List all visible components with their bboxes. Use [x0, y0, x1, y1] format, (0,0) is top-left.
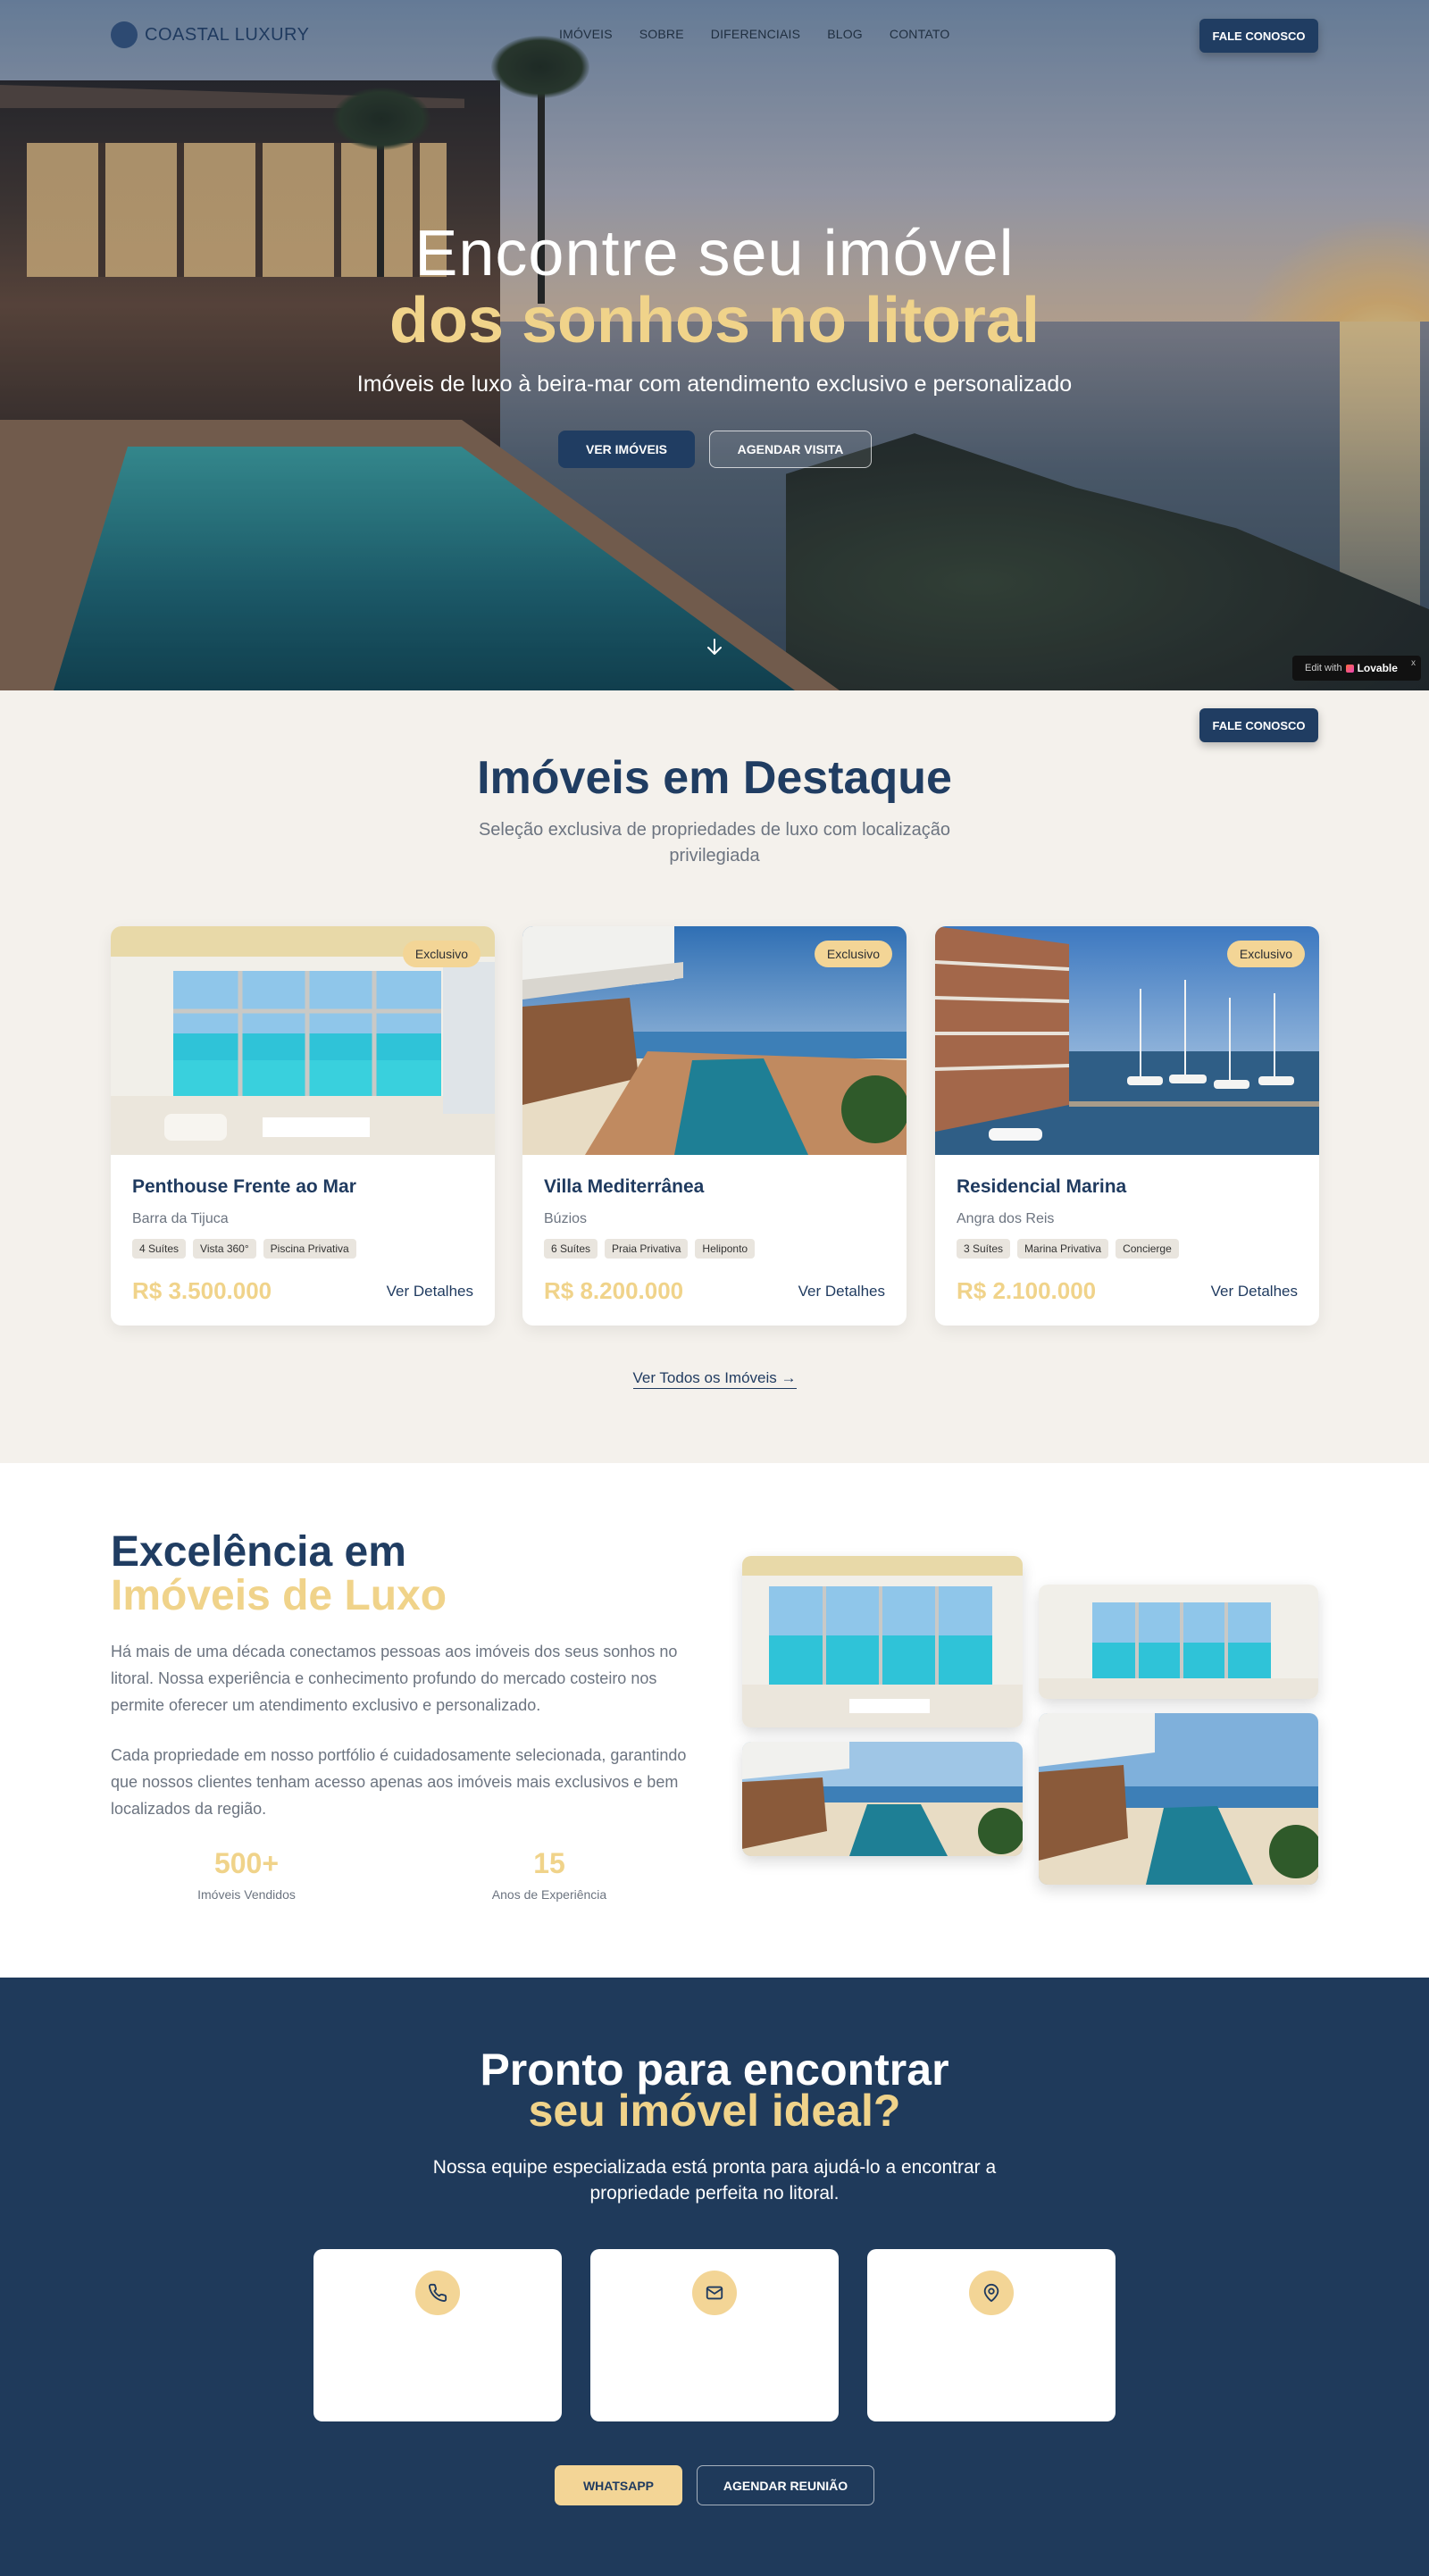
view-properties-button[interactable]: VER IMÓVEIS [558, 431, 695, 468]
about-paragraph: Cada propriedade em nosso portfólio é cu… [111, 1746, 687, 1818]
stat-label: Anos de Experiência [491, 1887, 607, 1902]
whatsapp-button[interactable]: WHATSAPP [555, 2465, 682, 2505]
property-tag: Vista 360° [193, 1239, 256, 1259]
property-location: Barra da Tijuca [132, 1211, 229, 1226]
gallery-image [1039, 1585, 1318, 1699]
logo-mark [111, 21, 138, 48]
property-tag: Concierge [1116, 1239, 1179, 1259]
property-location: Angra dos Reis [957, 1211, 1055, 1226]
contact-section: Pronto para encontrar seu imóvel ideal? … [0, 1978, 1429, 2576]
contact-card-email[interactable] [590, 2249, 839, 2421]
lovable-logo-icon [1345, 664, 1354, 673]
featured-title: Imóveis em Destaque [477, 752, 952, 804]
nav-link-diferenciais[interactable]: DIFERENCIAIS [711, 27, 800, 41]
property-tags: 4 Suítes Vista 360° Piscina Privativa [132, 1239, 356, 1259]
lovable-prefix: Edit with [1305, 663, 1342, 673]
about-paragraph: Há mais de uma década conectamos pessoas… [111, 1643, 678, 1714]
property-card[interactable]: Exclusivo Villa Mediterrânea Búzios 6 Su… [522, 926, 907, 1326]
logo-text: COASTAL LUXURY [145, 24, 310, 45]
contact-subtitle: Nossa equipe especializada está pronta p… [432, 2157, 997, 2204]
contact-card-location[interactable] [867, 2249, 1116, 2421]
nav-link-blog[interactable]: BLOG [827, 27, 863, 41]
gallery-image [1039, 1713, 1318, 1885]
property-card[interactable]: Exclusivo Penthouse Frente ao Mar Barra … [111, 926, 495, 1326]
featured-section: Imóveis em Destaque Seleção exclusiva de… [0, 690, 1429, 1463]
schedule-visit-button[interactable]: AGENDAR VISITA [709, 431, 872, 468]
nav-link-imoveis[interactable]: IMÓVEIS [559, 27, 613, 41]
property-tag: 4 Suítes [132, 1239, 187, 1259]
stat-label: Imóveis Vendidos [197, 1887, 296, 1902]
view-details-link[interactable]: Ver Detalhes [1211, 1283, 1298, 1301]
floating-contact-button[interactable]: FALE CONOSCO [1199, 708, 1318, 742]
phone-icon [415, 2271, 460, 2315]
gallery-image [742, 1742, 1023, 1856]
contact-title-highlight: seu imóvel ideal? [528, 2086, 901, 2136]
property-tag: Praia Privativa [605, 1239, 689, 1259]
logo[interactable]: COASTAL LUXURY [111, 21, 309, 48]
exclusive-badge: Exclusivo [402, 941, 481, 967]
hero-title-highlight: dos sonhos no litoral [389, 285, 1040, 356]
nav-link-sobre[interactable]: SOBRE [639, 27, 684, 41]
property-tags: 6 Suítes Praia Privativa Heliponto [544, 1239, 756, 1259]
see-all-properties-link[interactable]: Ver Todos os Imóveis → [632, 1369, 797, 1389]
hero-subtitle: Imóveis de luxo à beira-mar com atendime… [356, 372, 1073, 397]
map-pin-icon [969, 2271, 1014, 2315]
view-details-link[interactable]: Ver Detalhes [387, 1283, 473, 1301]
top-nav: COASTAL LUXURY IMÓVEIS SOBRE DIFERENCIAI… [0, 0, 1429, 70]
nav-link-contato[interactable]: CONTATO [890, 27, 950, 41]
about-title: Excelência em [111, 1528, 406, 1576]
lovable-brand: Lovable [1357, 662, 1398, 674]
exclusive-badge: Exclusivo [1226, 941, 1305, 967]
property-tag: Piscina Privativa [263, 1239, 356, 1259]
featured-subtitle: Seleção exclusiva de propriedades de lux… [478, 820, 951, 866]
nav-links: IMÓVEIS SOBRE DIFERENCIAIS BLOG CONTATO [559, 27, 976, 41]
contact-card-phone[interactable] [313, 2249, 562, 2421]
mail-icon [692, 2271, 737, 2315]
arrow-down-icon[interactable] [704, 636, 725, 657]
contact-button[interactable]: FALE CONOSCO [1199, 19, 1318, 53]
stat-value: 15 [533, 1847, 565, 1879]
property-tag: 3 Suítes [957, 1239, 1011, 1259]
see-all-wrapper: Ver Todos os Imóveis → [0, 1369, 1429, 1389]
exclusive-badge: Exclusivo [814, 941, 892, 967]
hero-section: COASTAL LUXURY IMÓVEIS SOBRE DIFERENCIAI… [0, 0, 1429, 690]
property-title[interactable]: Villa Mediterrânea [544, 1176, 704, 1198]
property-title[interactable]: Residencial Marina [957, 1176, 1126, 1198]
property-tags: 3 Suítes Marina Privativa Concierge [957, 1239, 1179, 1259]
hero-title: Encontre seu imóvel [414, 218, 1015, 289]
view-details-link[interactable]: Ver Detalhes [798, 1283, 885, 1301]
property-price: R$ 8.200.000 [544, 1277, 684, 1304]
property-tag: Heliponto [695, 1239, 756, 1259]
property-price: R$ 2.100.000 [957, 1277, 1097, 1304]
property-card[interactable]: Exclusivo Residencial Marina Angra dos R… [935, 926, 1319, 1326]
about-title-highlight: Imóveis de Luxo [111, 1572, 447, 1619]
property-price: R$ 3.500.000 [132, 1277, 272, 1304]
property-title[interactable]: Penthouse Frente ao Mar [132, 1176, 356, 1198]
close-icon[interactable]: x [1411, 658, 1416, 668]
lovable-badge[interactable]: Edit with Lovable x [1292, 656, 1421, 681]
stat-value: 500+ [213, 1847, 280, 1879]
property-tag: Marina Privativa [1017, 1239, 1109, 1259]
property-location: Búzios [544, 1211, 588, 1226]
stat-experience: 15 Anos de Experiência [451, 1847, 648, 1902]
stat-sold: 500+ Imóveis Vendidos [148, 1847, 345, 1902]
schedule-meeting-button[interactable]: AGENDAR REUNIÃO [697, 2465, 874, 2505]
about-section: Excelência em Imóveis de Luxo Há mais de… [0, 1463, 1429, 1978]
gallery-image [742, 1556, 1023, 1727]
property-tag: 6 Suítes [544, 1239, 598, 1259]
